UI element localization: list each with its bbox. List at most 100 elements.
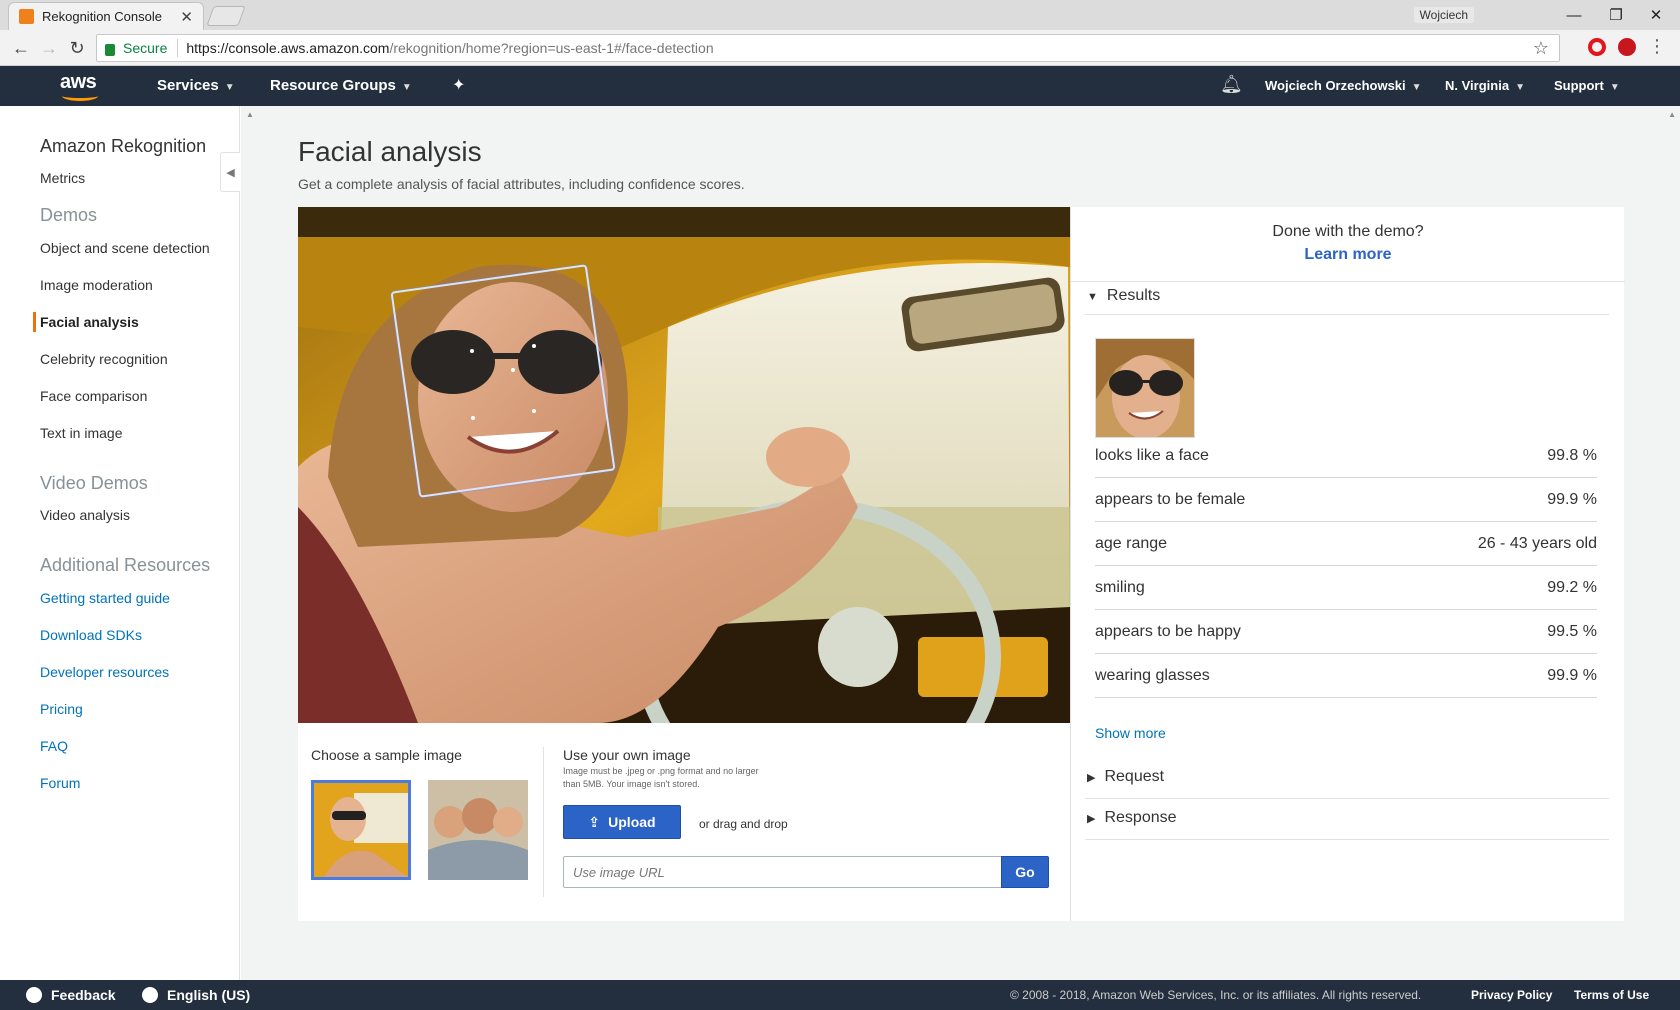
request-section-toggle[interactable]: ▶ Request	[1087, 768, 1164, 786]
account-menu[interactable]: Wojciech Orzechowski ▼	[1265, 78, 1422, 93]
browser-tab-bar: Rekognition Console ✕ Wojciech — ❐ ✕	[0, 0, 1680, 30]
caret-down-icon: ▼	[1087, 291, 1098, 303]
results-section-toggle[interactable]: ▼ Results	[1087, 287, 1160, 305]
window-user-badge[interactable]: Wojciech	[1413, 7, 1474, 23]
results-heading: Results	[1106, 287, 1161, 304]
resource-groups-menu[interactable]: Resource Groups ▼	[270, 77, 412, 94]
sidebar-item-metrics[interactable]: Metrics	[40, 170, 85, 186]
close-window-icon[interactable]: ✕	[1636, 3, 1676, 27]
account-label: Wojciech Orzechowski	[1265, 78, 1406, 93]
new-tab-button[interactable]	[206, 6, 246, 26]
own-image-note: Image must be .jpeg or .png format and n…	[563, 766, 759, 789]
copyright-text: © 2008 - 2018, Amazon Web Services, Inc.…	[1010, 988, 1422, 1002]
attribute-value: 99.2 %	[1547, 578, 1597, 596]
chevron-down-icon: ▼	[1609, 82, 1620, 93]
url-path: /rekognition/home?region=us-east-1#/face…	[389, 40, 714, 56]
attribute-label: age range	[1095, 534, 1168, 552]
sidebar-heading-resources: Additional Resources	[40, 555, 211, 575]
learn-more-link[interactable]: Learn more	[1071, 246, 1625, 264]
go-button[interactable]: Go	[1001, 856, 1049, 888]
browser-tab[interactable]: Rekognition Console ✕	[8, 2, 204, 30]
browser-menu-icon[interactable]: ⋮	[1648, 36, 1666, 57]
support-label: Support	[1554, 78, 1604, 93]
sample-image-group[interactable]	[428, 780, 528, 880]
attribute-label: looks like a face	[1095, 446, 1209, 464]
attribute-label: smiling	[1095, 578, 1145, 596]
image-url-input[interactable]	[563, 856, 1002, 888]
bookmark-star-icon[interactable]: ☆	[1533, 38, 1549, 59]
aws-smile-icon	[62, 91, 98, 101]
attribute-label: appears to be female	[1095, 490, 1246, 508]
speech-bubble-icon	[26, 987, 42, 1003]
secure-label: Secure	[123, 40, 168, 56]
minimize-icon[interactable]: —	[1554, 3, 1594, 27]
landmark-nose	[511, 368, 515, 372]
aws-logo[interactable]: aws	[60, 71, 104, 101]
services-menu[interactable]: Services ▼	[157, 77, 235, 94]
face-bounding-box[interactable]	[390, 264, 616, 498]
upload-button[interactable]: ⇪ Upload	[563, 805, 681, 839]
sample-thumbnail-group	[428, 780, 528, 880]
url-omnibox[interactable]: Secure https://console.aws.amazon.com /r…	[96, 34, 1560, 62]
back-icon[interactable]: ←	[10, 38, 32, 58]
sidebar-item-text-in-image[interactable]: Text in image	[40, 425, 122, 441]
sidebar-link-developer-resources[interactable]: Developer resources	[40, 664, 169, 680]
results-panel: Done with the demo? Learn more ▼ Results …	[1070, 207, 1625, 921]
sidebar-title[interactable]: Amazon Rekognition	[40, 136, 206, 157]
scroll-up-icon[interactable]: ▲	[246, 110, 254, 119]
attribute-row-face: looks like a face 99.8 %	[1095, 434, 1597, 478]
sidebar-item-object-scene[interactable]: Object and scene detection	[40, 240, 210, 256]
collapse-sidebar-button[interactable]: ◀	[220, 152, 240, 192]
caret-right-icon: ▶	[1087, 772, 1096, 784]
lock-icon	[105, 44, 115, 56]
feedback-button[interactable]: Feedback	[26, 987, 116, 1003]
attribute-label: wearing glasses	[1095, 666, 1210, 684]
privacy-policy-link[interactable]: Privacy Policy	[1471, 988, 1552, 1002]
opera-extension-icon[interactable]	[1588, 38, 1606, 56]
page-scroll-up-icon[interactable]: ▲	[1668, 110, 1676, 119]
url-host: https://console.aws.amazon.com	[186, 40, 390, 56]
own-image-label: Use your own image	[563, 747, 691, 763]
car-interior-photo	[298, 207, 1070, 723]
sidebar-item-video-analysis[interactable]: Video analysis	[40, 507, 130, 523]
page-title: Facial analysis	[298, 136, 482, 167]
caret-right-icon: ▶	[1087, 813, 1096, 825]
bell-icon[interactable]: 🔔︎	[1220, 74, 1243, 95]
response-section-toggle[interactable]: ▶ Response	[1087, 809, 1177, 827]
sidebar-item-image-moderation[interactable]: Image moderation	[40, 277, 153, 293]
sidebar-link-pricing[interactable]: Pricing	[40, 701, 83, 717]
support-menu[interactable]: Support ▼	[1554, 78, 1620, 93]
results-heading-line	[1085, 314, 1609, 315]
sidebar-item-facial-analysis[interactable]: Facial analysis	[40, 314, 139, 330]
sidebar-link-forum[interactable]: Forum	[40, 775, 80, 791]
sidebar-link-faq[interactable]: FAQ	[40, 738, 68, 754]
restore-icon[interactable]: ❐	[1596, 3, 1636, 27]
pin-icon[interactable]: ✦	[452, 75, 465, 95]
sidebar-heading-demos: Demos	[40, 205, 98, 225]
show-more-link[interactable]: Show more	[1095, 725, 1166, 741]
chevron-down-icon: ▼	[401, 82, 412, 93]
reload-icon[interactable]: ↻	[66, 38, 88, 58]
sidebar-item-celebrity-recognition[interactable]: Celebrity recognition	[40, 351, 168, 367]
language-selector[interactable]: English (US)	[142, 987, 250, 1003]
region-label: N. Virginia	[1445, 78, 1510, 93]
landmark-mouth-right	[532, 409, 536, 413]
tab-close-icon[interactable]: ✕	[180, 8, 193, 26]
chevron-down-icon: ▼	[1515, 82, 1525, 93]
sidebar-heading-video-demos: Video Demos	[40, 473, 148, 493]
sidebar-link-download-sdks[interactable]: Download SDKs	[40, 627, 142, 643]
terms-of-use-link[interactable]: Terms of Use	[1574, 988, 1649, 1002]
globe-icon	[142, 987, 158, 1003]
forward-icon[interactable]: →	[38, 38, 60, 58]
face-crop-image	[1096, 339, 1194, 437]
sidebar-item-face-comparison[interactable]: Face comparison	[40, 388, 147, 404]
region-menu[interactable]: N. Virginia ▼	[1445, 78, 1525, 93]
feedback-label: Feedback	[51, 987, 116, 1003]
sidebar-link-getting-started[interactable]: Getting started guide	[40, 590, 170, 606]
sample-image-woman[interactable]	[311, 780, 411, 880]
tab-title: Rekognition Console	[42, 9, 162, 24]
attribute-row-happy: appears to be happy 99.5 %	[1095, 610, 1597, 654]
adblock-extension-icon[interactable]	[1618, 38, 1636, 56]
attribute-row-smiling: smiling 99.2 %	[1095, 566, 1597, 610]
aws-favicon-icon	[19, 9, 34, 24]
